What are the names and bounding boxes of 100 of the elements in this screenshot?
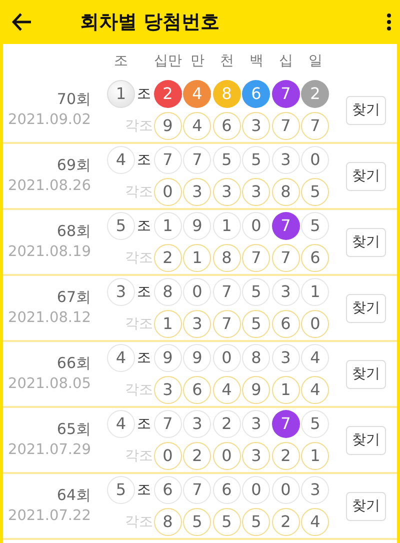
find-button[interactable]: 찾기 [346, 492, 386, 520]
number-ball: 6 [154, 476, 182, 504]
find-button[interactable]: 찾기 [346, 162, 386, 190]
number-ball: 9 [154, 112, 182, 140]
number-ball: 6 [212, 476, 241, 504]
number-ball: 9 [242, 376, 270, 404]
number-ball: 6 [212, 112, 241, 140]
number-ball: 2 [301, 80, 330, 108]
number-ball: 1 [154, 310, 182, 338]
number-ball: 6 [183, 376, 212, 404]
number-ball: 9 [183, 212, 212, 240]
number-ball: 7 [272, 244, 300, 272]
number-ball: 4 [301, 344, 330, 372]
number-ball: 1 [301, 278, 330, 306]
number-ball: 3 [212, 178, 241, 206]
number-ball: 1 [154, 212, 182, 240]
number-ball: 3 [242, 410, 270, 438]
find-button[interactable]: 찾기 [346, 96, 386, 124]
number-ball: 4 [212, 376, 241, 404]
group-suffix: 조 [136, 216, 152, 236]
number-ball: 6 [301, 244, 330, 272]
number-ball: 0 [212, 442, 241, 470]
number-ball: 0 [183, 278, 212, 306]
number-ball: 2 [212, 410, 241, 438]
number-ball: 7 [272, 212, 300, 240]
number-ball: 8 [242, 344, 270, 372]
number-ball: 0 [154, 178, 182, 206]
group-ball: 5 [107, 476, 135, 504]
group-suffix: 조 [136, 150, 152, 170]
find-button[interactable]: 찾기 [346, 228, 386, 256]
number-ball: 1 [212, 212, 241, 240]
draw-date: 2021.08.12 [8, 309, 91, 328]
number-ball: 7 [212, 310, 241, 338]
more-options-icon[interactable] [386, 13, 392, 31]
group-suffix: 조 [136, 348, 152, 368]
round-label: 64회 [56, 484, 91, 506]
draw-date: 2021.07.29 [8, 441, 91, 460]
number-ball: 7 [272, 410, 300, 438]
draw-date: 2021.08.05 [8, 375, 91, 394]
number-ball: 0 [301, 310, 330, 338]
number-ball: 7 [242, 244, 270, 272]
number-ball: 4 [301, 376, 330, 404]
number-ball: 7 [301, 112, 330, 140]
number-ball: 0 [242, 212, 270, 240]
round-label: 68회 [56, 220, 91, 242]
number-ball: 7 [154, 410, 182, 438]
number-ball: 5 [212, 146, 241, 174]
draw-date: 2021.08.19 [8, 243, 91, 262]
number-ball: 5 [242, 278, 270, 306]
number-ball: 2 [183, 442, 212, 470]
back-arrow-icon[interactable] [12, 13, 32, 31]
column-header: 백 [249, 52, 264, 68]
number-ball: 3 [272, 344, 300, 372]
number-ball: 0 [272, 476, 300, 504]
group-suffix: 조 [136, 414, 152, 434]
number-ball: 1 [272, 376, 300, 404]
number-ball: 7 [212, 278, 241, 306]
group-ball: 5 [107, 212, 135, 240]
number-ball: 5 [183, 508, 212, 536]
number-ball: 3 [242, 112, 270, 140]
number-ball: 8 [154, 508, 182, 536]
number-ball: 5 [242, 508, 270, 536]
number-ball: 0 [242, 476, 270, 504]
find-button[interactable]: 찾기 [346, 360, 386, 388]
number-ball: 3 [272, 278, 300, 306]
round-label: 66회 [56, 352, 91, 374]
number-ball: 3 [301, 476, 330, 504]
find-button[interactable]: 찾기 [346, 294, 386, 322]
number-ball: 3 [242, 178, 270, 206]
number-ball: 7 [154, 146, 182, 174]
find-button[interactable]: 찾기 [346, 426, 386, 454]
number-ball: 3 [242, 442, 270, 470]
number-ball: 4 [183, 80, 212, 108]
number-ball: 0 [212, 344, 241, 372]
number-ball: 3 [183, 178, 212, 206]
round-label: 65회 [56, 418, 91, 440]
number-ball: 4 [183, 112, 212, 140]
number-ball: 3 [154, 376, 182, 404]
number-ball: 1 [183, 244, 212, 272]
number-ball: 8 [212, 80, 241, 108]
number-ball: 0 [154, 442, 182, 470]
group-ball: 1 [107, 80, 135, 108]
column-header: 조 [114, 52, 128, 68]
column-header: 천 [220, 52, 234, 68]
screen-title: 회차별 당첨번호 [80, 10, 221, 34]
round-label: 69회 [56, 154, 91, 176]
number-ball: 5 [301, 212, 330, 240]
number-ball: 8 [272, 178, 300, 206]
number-ball: 3 [183, 410, 212, 438]
number-ball: 3 [183, 310, 212, 338]
draw-date: 2021.08.26 [8, 177, 91, 196]
number-ball: 1 [301, 442, 330, 470]
number-ball: 6 [242, 80, 270, 108]
number-ball: 7 [272, 80, 300, 108]
column-header: 만 [190, 52, 204, 68]
number-ball: 2 [272, 442, 300, 470]
number-ball: 5 [242, 310, 270, 338]
number-ball: 2 [154, 244, 182, 272]
group-ball: 4 [107, 146, 135, 174]
number-ball: 7 [272, 112, 300, 140]
